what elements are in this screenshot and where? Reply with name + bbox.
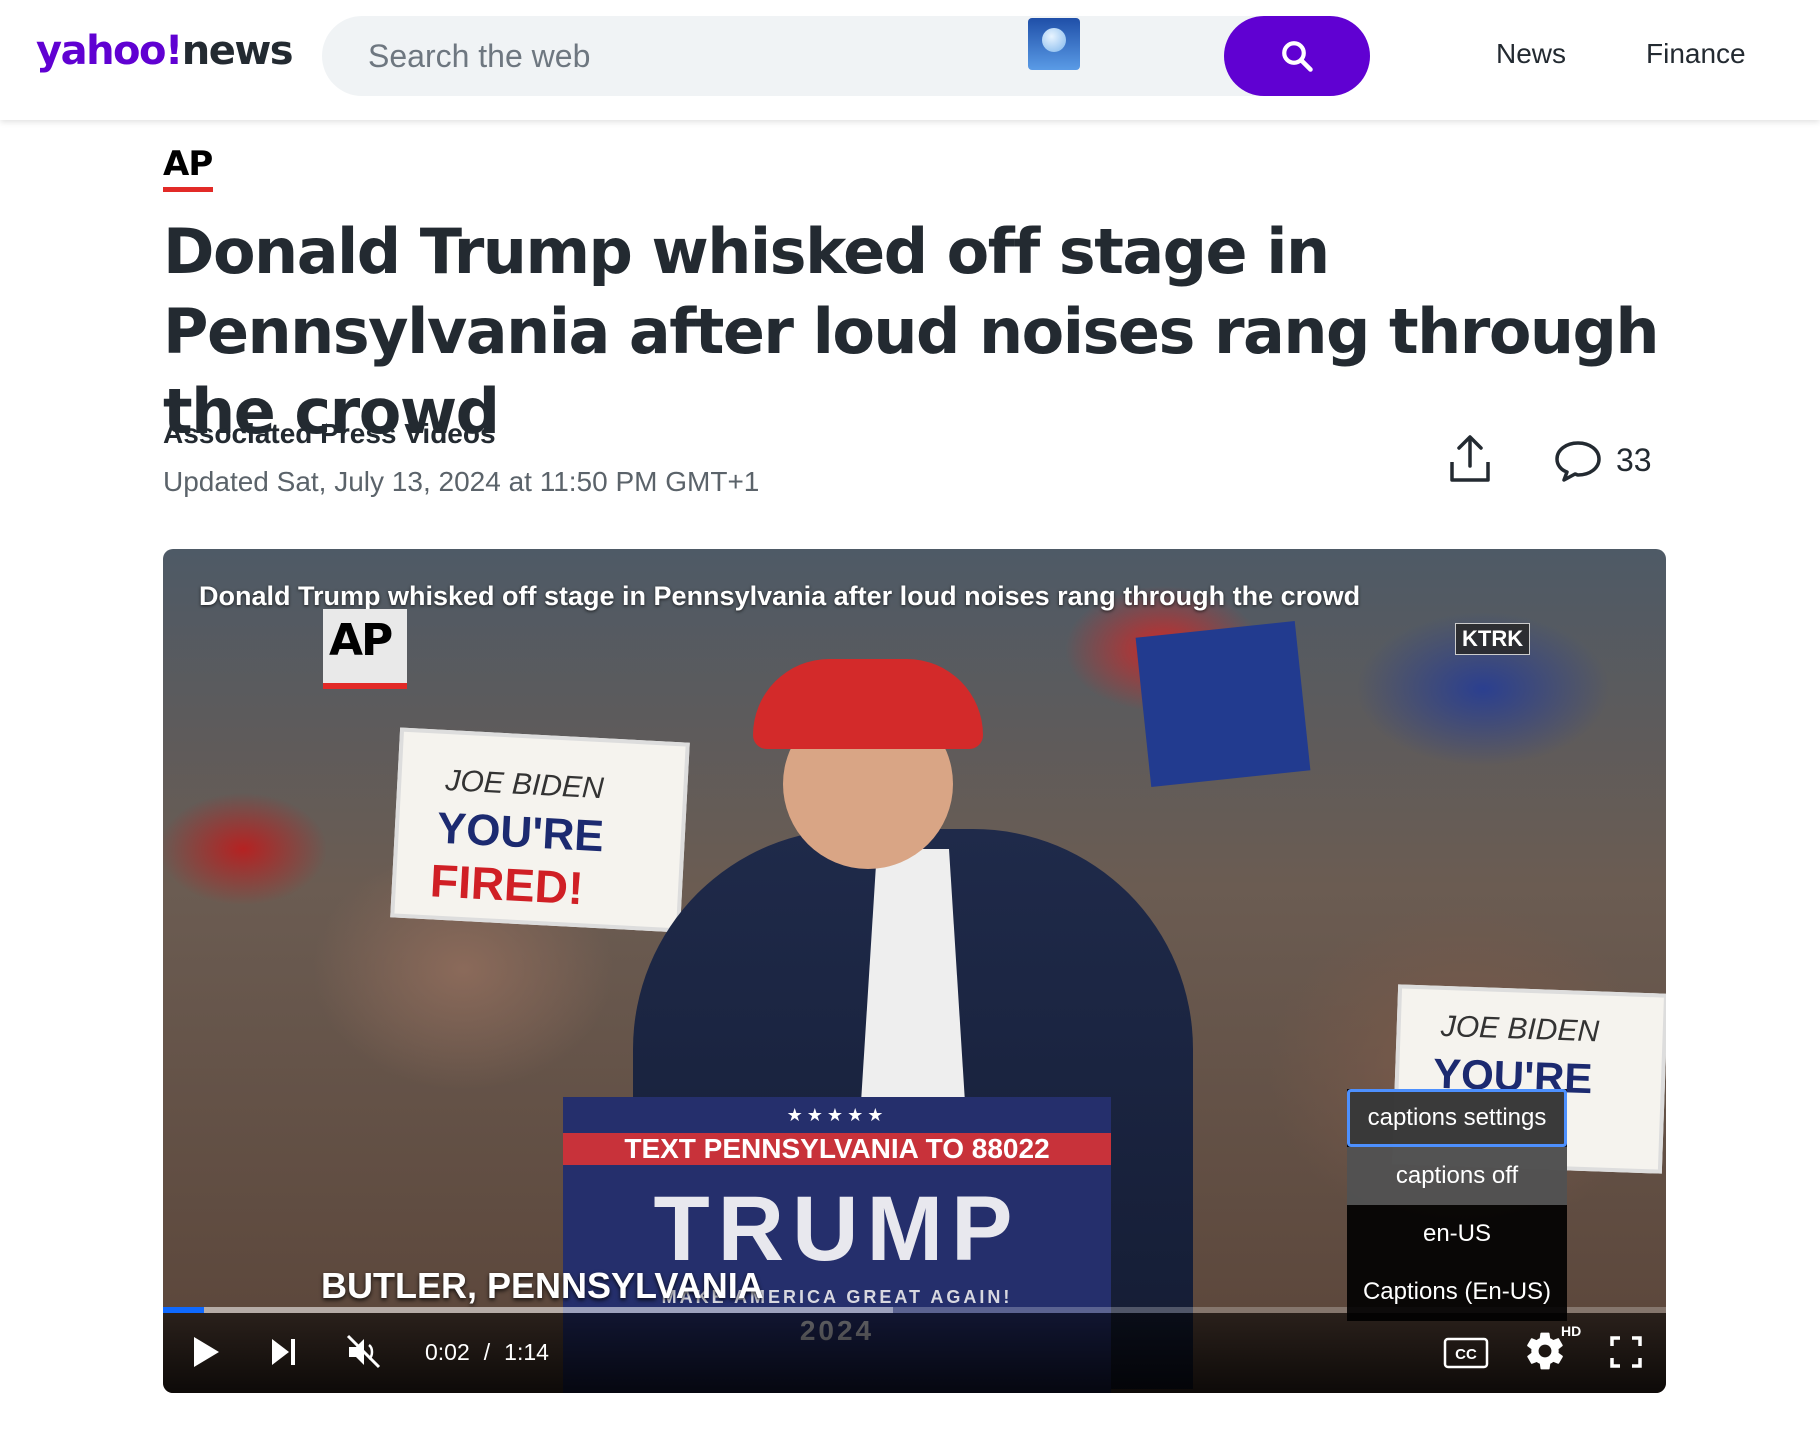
search-icon <box>1282 41 1313 72</box>
location-lower-third: BUTLER, PENNSYLVANIA <box>321 1265 764 1306</box>
play-icon[interactable] <box>191 1335 221 1369</box>
video-title-overlay: Donald Trump whisked off stage in Pennsy… <box>199 581 1361 611</box>
share-icon[interactable] <box>1446 434 1494 484</box>
video-controls: 0:02 / 1:14 CC HD <box>163 1313 1666 1393</box>
video-time: 0:02 / 1:14 <box>425 1339 549 1366</box>
search-button[interactable] <box>1224 16 1370 96</box>
article-byline[interactable]: Associated Press Videos <box>163 418 496 450</box>
source-logo-underline <box>163 187 213 192</box>
time-separator: / <box>483 1339 491 1365</box>
video-player[interactable]: JOE BIDEN YOU'RE FIRED! JOE BIDEN YOU'RE… <box>163 549 1666 1393</box>
nav-link-news[interactable]: News <box>1496 38 1566 70</box>
cc-label: CC <box>1455 1346 1477 1363</box>
search-bar <box>322 16 1370 96</box>
station-bug: KTRK <box>1455 623 1531 655</box>
crowd-sign-left: JOE BIDEN YOU'RE FIRED! <box>390 727 690 933</box>
article-headline: Donald Trump whisked off stage in Pennsy… <box>163 215 1660 448</box>
top-header: yahoo!news News Finance <box>0 0 1820 120</box>
captions-settings-option[interactable]: captions settings <box>1347 1089 1567 1147</box>
captions-off-option[interactable]: captions off <box>1347 1147 1567 1205</box>
source-logo[interactable]: AP <box>163 144 213 184</box>
duration: 1:14 <box>504 1339 549 1365</box>
captions-en-us-option[interactable]: en-US <box>1347 1205 1567 1263</box>
captions-menu: captions settings captions off en-US Cap… <box>1347 1089 1567 1321</box>
search-input[interactable] <box>368 16 1008 96</box>
skip-next-icon[interactable] <box>269 1335 299 1369</box>
closed-captions-icon[interactable]: CC <box>1443 1337 1489 1369</box>
nav-link-finance[interactable]: Finance <box>1646 38 1746 70</box>
article-updated-date: Updated Sat, July 13, 2024 at 11:50 PM G… <box>163 466 760 497</box>
comment-icon[interactable] <box>1554 440 1602 482</box>
fullscreen-icon[interactable] <box>1609 1335 1643 1369</box>
hd-badge: HD <box>1561 1323 1582 1339</box>
site-favicon-icon <box>1028 18 1080 70</box>
ap-watermark: AP <box>323 609 407 689</box>
current-time: 0:02 <box>425 1339 470 1365</box>
crowd-sign-blue <box>1135 621 1311 787</box>
comment-count[interactable]: 33 <box>1616 442 1652 479</box>
speaker-cap <box>753 659 983 749</box>
mute-icon[interactable] <box>345 1333 383 1371</box>
yahoo-news-logo[interactable]: yahoo!news <box>36 28 294 74</box>
